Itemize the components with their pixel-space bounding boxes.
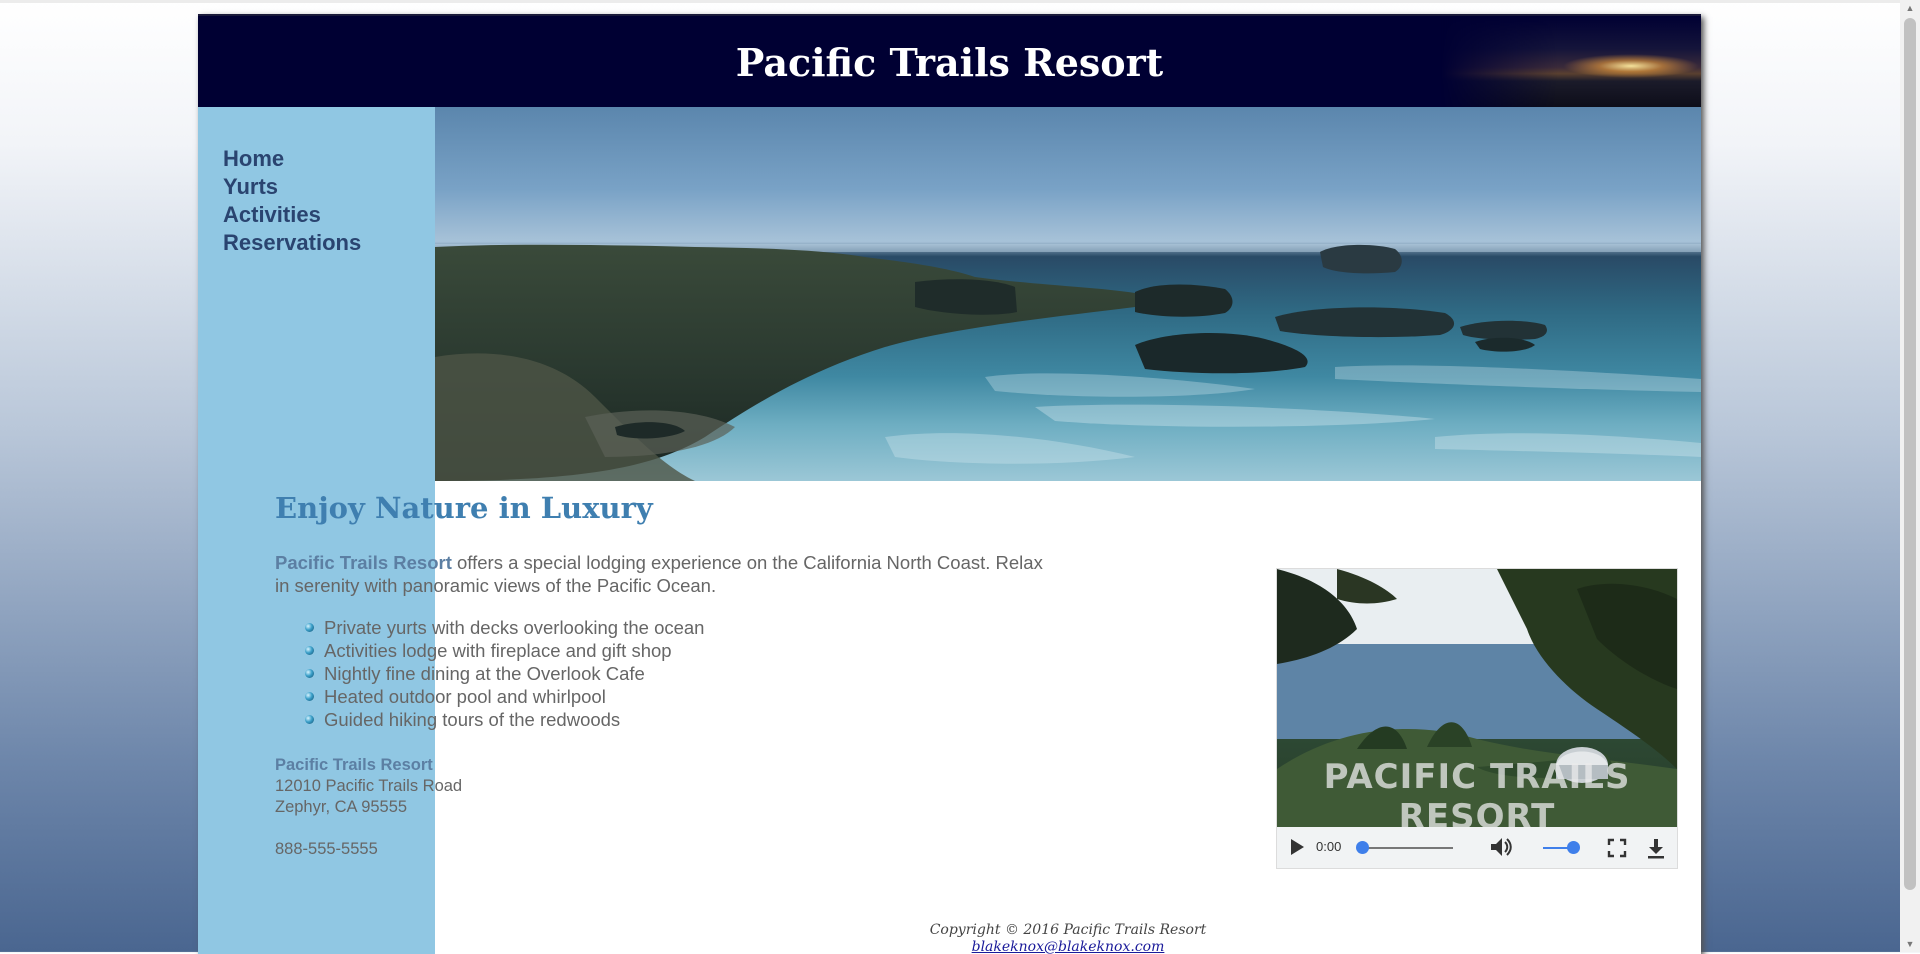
contact-phone: 888-555-5555	[275, 840, 378, 858]
list-item: Guided hiking tours of the redwoods	[305, 708, 704, 731]
bullet-icon	[305, 646, 314, 655]
list-item: Activities lodge with fireplace and gift…	[305, 639, 704, 662]
download-icon[interactable]	[1646, 837, 1666, 859]
list-item: Private yurts with decks overlooking the…	[305, 616, 705, 639]
contact-street: 12010 Pacific Trails Road	[275, 777, 463, 795]
seek-track[interactable]	[1363, 847, 1453, 849]
bullet-icon	[305, 692, 314, 701]
seek-thumb[interactable]	[1356, 841, 1369, 854]
bullet-icon	[305, 669, 314, 678]
page-scrollbar[interactable]: ▲ ▼	[1900, 0, 1920, 952]
video-time: 0:00	[1316, 839, 1342, 854]
copyright-text: Copyright © 2016 Pacific Trails Resort	[929, 922, 1207, 938]
video-player[interactable]: PACIFIC TRAILS RESORT 0:00	[1276, 568, 1678, 869]
intro-resort-name: Pacific Trails Resort	[275, 552, 452, 573]
feature-text: Heated outdoor pool and whirlpool	[324, 686, 606, 707]
feature-text: Nightly fine dining at the Overlook Cafe	[324, 663, 645, 684]
contact-address: Pacific Trails Resort 12010 Pacific Trai…	[275, 755, 462, 860]
feature-text: Activities lodge with fireplace and gift…	[324, 640, 672, 661]
browser-top-edge	[0, 0, 1920, 3]
nav-link-activities[interactable]: Activities	[223, 201, 361, 229]
nav-link-reservations[interactable]: Reservations	[223, 229, 361, 257]
hero-coast-image	[435, 107, 1701, 481]
video-watermark-text: PACIFIC TRAILS RESORT	[1323, 757, 1631, 827]
contact-name: Pacific Trails Resort	[275, 756, 433, 774]
scroll-up-arrow-icon[interactable]: ▲	[1900, 0, 1920, 16]
video-frame[interactable]: PACIFIC TRAILS RESORT	[1277, 569, 1677, 827]
intro-paragraph: Pacific Trails Resort offers a special l…	[275, 551, 1055, 597]
nav-link-yurts[interactable]: Yurts	[223, 173, 361, 201]
scrollbar-thumb[interactable]	[1904, 18, 1916, 890]
volume-thumb[interactable]	[1567, 841, 1580, 854]
main-nav: Home Yurts Activities Reservations	[223, 145, 361, 257]
hero-coast-illustration	[435, 244, 1701, 481]
list-item: Nightly fine dining at the Overlook Cafe	[305, 662, 704, 685]
bullet-icon	[305, 715, 314, 724]
feature-list: Private yurts with decks overlooking the…	[305, 616, 705, 731]
site-header: Pacific Trails Resort	[198, 14, 1701, 109]
bullet-icon	[305, 623, 314, 632]
fullscreen-icon[interactable]	[1607, 838, 1627, 858]
nav-link-home[interactable]: Home	[223, 145, 361, 173]
list-item: Heated outdoor pool and whirlpool	[305, 685, 704, 708]
feature-text: Private yurts with decks overlooking the…	[324, 617, 705, 638]
play-icon[interactable]	[1291, 839, 1304, 855]
scroll-down-arrow-icon[interactable]: ▼	[1900, 936, 1920, 952]
site-footer: Copyright © 2016 Pacific Trails Resort b…	[435, 922, 1701, 954]
feature-text: Guided hiking tours of the redwoods	[324, 709, 621, 730]
video-controls: 0:00	[1277, 827, 1677, 868]
site-title: Pacific Trails Resort	[735, 40, 1164, 85]
volume-icon[interactable]	[1489, 836, 1513, 858]
contact-city: Zephyr, CA 95555	[275, 798, 408, 816]
main-heading: Enjoy Nature in Luxury	[275, 491, 653, 525]
